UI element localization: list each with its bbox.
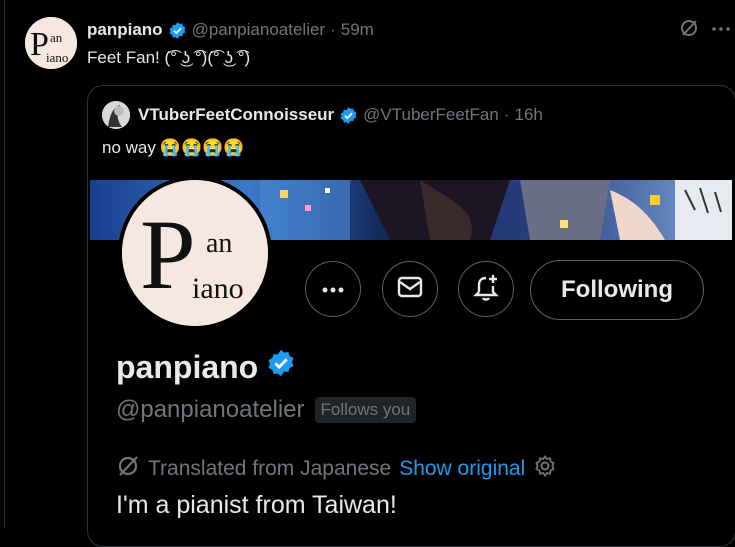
notifications-button[interactable] (458, 261, 514, 317)
message-button[interactable] (382, 261, 438, 317)
crying-emoji-icon: 😭 (202, 138, 224, 157)
quote-author-avatar[interactable] (102, 101, 130, 129)
profile-name: panpiano (116, 348, 259, 385)
more-options-button[interactable] (305, 261, 361, 317)
profile-avatar[interactable]: P an iano (118, 176, 272, 330)
gear-icon[interactable] (533, 454, 557, 484)
separator-dot: · (330, 20, 336, 39)
quote-text-line: no way 😭 😭 😭 😭 (102, 138, 245, 158)
logo-text-an: an (206, 228, 232, 259)
logo-letter-p: P (140, 199, 196, 310)
quote-card[interactable]: VTuberFeetConnoisseur @VTuberFeetFan · 1… (87, 85, 735, 547)
post-header: panpiano @panpianoatelier · 59m (87, 20, 374, 40)
following-button[interactable]: Following (530, 260, 704, 320)
slash-circle-icon (679, 18, 699, 43)
verified-badge-icon (266, 348, 296, 386)
profile-handle-row: @panpianoatelier Follows you (116, 396, 417, 424)
post-time[interactable]: 59m (341, 20, 374, 40)
profile-bio: I'm a pianist from Taiwan! (116, 491, 397, 519)
author-avatar[interactable]: P an iano (25, 17, 77, 69)
separator-dot: · (503, 105, 510, 124)
translation-row: Translated from Japanese Show original (116, 454, 557, 484)
quote-author-name[interactable]: VTuberFeetConnoisseur (138, 105, 334, 125)
more-horizontal-icon (711, 21, 731, 42)
crying-emoji-icon: 😭 (181, 138, 203, 157)
quote-time[interactable]: 16h (515, 105, 543, 125)
more-horizontal-icon (322, 280, 344, 298)
profile-name-row: panpiano (116, 348, 296, 386)
grok-button[interactable] (679, 18, 699, 43)
envelope-icon (397, 276, 423, 303)
quote-header: VTuberFeetConnoisseur @VTuberFeetFan · 1… (138, 105, 543, 125)
quote-text: no way (102, 138, 156, 157)
verified-badge-icon (339, 106, 358, 125)
quote-author-handle[interactable]: @VTuberFeetFan (363, 105, 499, 125)
crying-emoji-icon: 😭 (159, 138, 182, 157)
svg-text:an: an (50, 30, 63, 45)
post-text: Feet Fan! (͡° ͜ʖ ͡°)(͡° ͜ʖ ͡°) (87, 48, 251, 67)
more-button[interactable] (711, 21, 731, 42)
bell-plus-icon (471, 272, 501, 307)
timeline-border (4, 0, 5, 528)
verified-badge-icon (168, 21, 187, 40)
logo-text-iano: iano (192, 272, 244, 305)
svg-text:iano: iano (46, 50, 68, 65)
translate-slash-icon (116, 454, 140, 484)
follows-you-badge: Follows you (314, 397, 417, 423)
author-handle[interactable]: @panpianoatelier (192, 20, 326, 40)
show-original-link[interactable]: Show original (399, 457, 525, 481)
profile-handle: @panpianoatelier (116, 396, 305, 423)
author-name[interactable]: panpiano (87, 20, 163, 40)
translated-label: Translated from Japanese (148, 457, 392, 480)
crying-emoji-icon: 😭 (223, 138, 245, 157)
